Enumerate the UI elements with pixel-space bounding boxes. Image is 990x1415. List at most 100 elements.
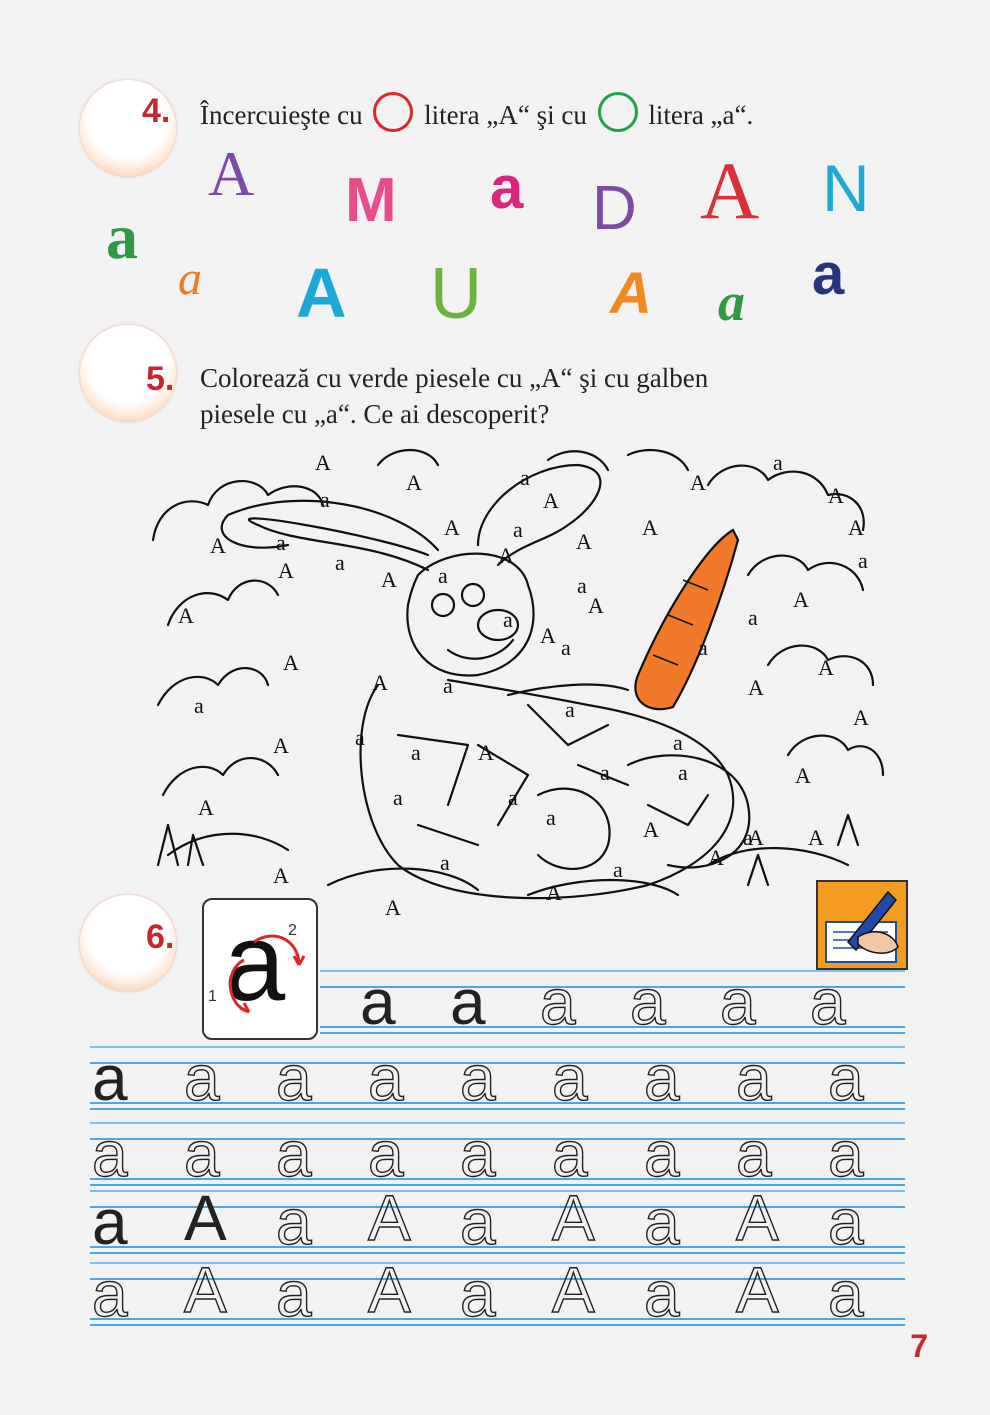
tracing-letter[interactable]: a [275, 1045, 312, 1110]
picture-letter[interactable]: A [546, 880, 562, 905]
cloud-letter[interactable]: a [812, 246, 844, 304]
picture-letter[interactable]: a [440, 850, 450, 875]
cloud-letter[interactable]: A [610, 265, 652, 323]
tracing-letter[interactable]: A [735, 1185, 779, 1250]
tracing-letter[interactable]: a [551, 1121, 588, 1186]
picture-letter[interactable]: A [808, 825, 824, 850]
picture-letter[interactable]: A [198, 795, 214, 820]
picture-letter[interactable]: a [276, 530, 286, 555]
tracing-letter[interactable]: a [643, 1121, 680, 1186]
cloud-letter[interactable]: A [700, 150, 759, 232]
picture-letter[interactable]: A [315, 450, 331, 475]
tracing-letter[interactable]: A [367, 1257, 411, 1322]
picture-letter[interactable]: a [393, 785, 403, 810]
tracing-letter[interactable]: a [459, 1045, 496, 1110]
picture-letter[interactable]: a [577, 573, 587, 598]
picture-letter[interactable]: A [848, 515, 864, 540]
tracing-letter[interactable]: a [183, 1121, 220, 1186]
picture-letter[interactable]: a [355, 725, 365, 750]
picture-letter[interactable]: A [795, 763, 811, 788]
picture-letter[interactable]: A [444, 515, 460, 540]
cloud-letter[interactable]: M [345, 170, 397, 232]
picture-letter[interactable]: A [576, 529, 592, 554]
tracing-letter[interactable]: a [275, 1121, 312, 1186]
tracing-letter[interactable]: a [183, 1045, 220, 1110]
picture-letter[interactable]: a [773, 450, 783, 475]
picture-letter[interactable]: A [385, 895, 401, 915]
picture-letter[interactable]: a [513, 517, 523, 542]
tracing-letter[interactable]: a [367, 1121, 404, 1186]
picture-letter[interactable]: A [748, 825, 764, 850]
picture-letter[interactable]: A [498, 543, 514, 568]
cloud-letter[interactable]: a [718, 275, 745, 329]
cloud-letter[interactable]: A [296, 258, 347, 328]
picture-letter[interactable]: A [178, 603, 194, 628]
picture-letter[interactable]: a [561, 635, 571, 660]
picture-letter[interactable]: A [283, 650, 299, 675]
picture-letter[interactable]: A [210, 533, 226, 558]
picture-letter[interactable]: a [194, 693, 204, 718]
tracing-letter[interactable]: A [551, 1185, 595, 1250]
picture-letter[interactable]: A [540, 623, 556, 648]
tracing-letter[interactable]: a [91, 1261, 128, 1326]
picture-letter[interactable]: A [828, 483, 844, 508]
picture-letter[interactable]: a [678, 760, 688, 785]
tracing-letter[interactable]: A [183, 1257, 227, 1322]
picture-letter[interactable]: A [406, 470, 422, 495]
picture-letter[interactable]: A [372, 670, 388, 695]
cloud-letter[interactable]: A [208, 142, 254, 206]
tracing-letter[interactable]: a [719, 969, 756, 1034]
cloud-letter[interactable]: D [592, 178, 637, 240]
picture-letter[interactable]: A [793, 587, 809, 612]
picture-letter[interactable]: a [565, 697, 575, 722]
picture-letter[interactable]: A [818, 655, 834, 680]
tracing-letter[interactable]: a [827, 1121, 864, 1186]
picture-letter[interactable]: a [748, 605, 758, 630]
picture-letter[interactable]: A [588, 593, 604, 618]
tracing-letter[interactable]: a [643, 1189, 680, 1254]
picture-letter[interactable]: a [600, 760, 610, 785]
cloud-letter[interactable]: a [178, 255, 202, 303]
cloud-letter[interactable]: U [430, 258, 482, 330]
picture-letter[interactable]: a [443, 673, 453, 698]
tracing-letter[interactable]: A [367, 1185, 411, 1250]
picture-letter[interactable]: A [690, 470, 706, 495]
cloud-letter[interactable]: N [822, 155, 870, 221]
picture-letter[interactable]: A [748, 675, 764, 700]
tracing-letter[interactable]: a [551, 1045, 588, 1110]
picture-letter[interactable]: a [503, 607, 513, 632]
picture-letter[interactable]: a [320, 487, 330, 512]
picture-letter[interactable]: a [858, 548, 868, 573]
tracing-letter[interactable]: a [643, 1045, 680, 1110]
picture-letter[interactable]: A [853, 705, 869, 730]
picture-letter[interactable]: A [278, 558, 294, 583]
picture-letter[interactable]: A [643, 817, 659, 842]
tracing-letter[interactable]: a [459, 1121, 496, 1186]
tracing-letter[interactable]: a [275, 1261, 312, 1326]
tracing-letter[interactable]: a [643, 1261, 680, 1326]
cloud-letter[interactable]: a [490, 158, 523, 218]
tracing-letter[interactable]: a [275, 1189, 312, 1254]
picture-letter[interactable]: a [698, 635, 708, 660]
tracing-letter[interactable]: a [809, 969, 846, 1034]
picture-letter[interactable]: A [708, 845, 724, 870]
picture-letter[interactable]: a [546, 805, 556, 830]
picture-letter[interactable]: a [335, 550, 345, 575]
picture-letter[interactable]: A [381, 567, 397, 592]
tracing-letter[interactable]: a [827, 1045, 864, 1110]
tracing-letter[interactable]: a [459, 1189, 496, 1254]
tracing-letter[interactable]: A [551, 1257, 595, 1322]
tracing-letter[interactable]: a [735, 1121, 772, 1186]
picture-letter[interactable]: A [273, 733, 289, 758]
tracing-letter[interactable]: a [735, 1045, 772, 1110]
picture-letter[interactable]: A [478, 740, 494, 765]
tracing-letter[interactable]: a [367, 1045, 404, 1110]
tracing-letter[interactable]: a [459, 1261, 496, 1326]
picture-letter[interactable]: a [411, 740, 421, 765]
tracing-letter[interactable]: A [735, 1257, 779, 1322]
picture-letter[interactable]: a [438, 563, 448, 588]
tracing-letter[interactable]: a [827, 1261, 864, 1326]
tracing-letter[interactable]: a [91, 1121, 128, 1186]
picture-letter[interactable]: A [543, 488, 559, 513]
tracing-letter[interactable]: a [539, 969, 576, 1034]
